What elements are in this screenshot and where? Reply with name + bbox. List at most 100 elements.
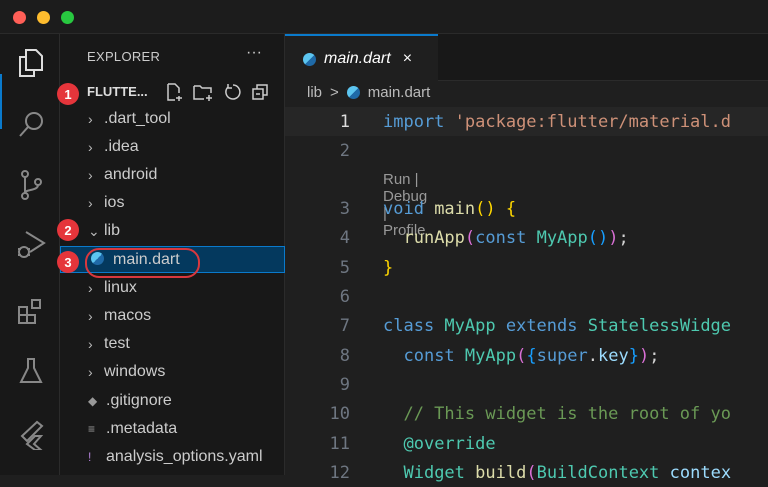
chevron-icon: ⌄ — [88, 222, 100, 239]
tree-item-label: test — [104, 335, 130, 353]
chevron-icon: › — [88, 336, 93, 353]
code-text: // This widget is the root of yo — [383, 404, 731, 424]
breadcrumb-file[interactable]: main.dart — [368, 84, 431, 101]
chevron-icon: › — [88, 166, 93, 183]
tree-item[interactable]: › test — [60, 331, 285, 358]
code-token: 'package:flutter/material.d — [454, 111, 731, 132]
code-token: ) — [639, 345, 650, 366]
tab-label: main.dart — [324, 50, 391, 67]
line-number: 11 — [329, 433, 350, 454]
tree-item[interactable]: › windows — [60, 359, 285, 386]
line-number: 9 — [339, 374, 350, 395]
file-icon: ◆ — [88, 393, 98, 408]
code-token: contex — [669, 462, 732, 483]
source-control-icon[interactable] — [14, 168, 48, 202]
tree-item[interactable]: › android — [60, 161, 285, 188]
line-number: 3 — [339, 199, 350, 220]
tree-item[interactable]: › .idea — [60, 133, 285, 160]
file-icon: ! — [88, 449, 92, 464]
code-text: void main() { — [383, 199, 516, 219]
code-token: main — [434, 199, 476, 220]
collapse-all-icon[interactable] — [251, 83, 269, 101]
code-token: ( — [464, 228, 476, 249]
code-token: BuildContext — [536, 462, 670, 483]
tree-item[interactable]: ◆ .gitignore — [60, 387, 285, 414]
code-line: 10 // This widget is the root of yo — [285, 400, 768, 429]
code-token: () { — [475, 199, 517, 220]
tree-item[interactable]: › macos — [60, 302, 285, 329]
testing-icon[interactable] — [14, 354, 48, 388]
close-tab-icon[interactable]: × — [403, 50, 412, 68]
tree-item-label: .dart_tool — [104, 109, 171, 127]
code-line: 11 @override — [285, 429, 768, 458]
tab-main-dart[interactable]: main.dart × — [285, 34, 438, 82]
new-file-icon[interactable] — [165, 83, 183, 101]
tree-item-label: .metadata — [106, 419, 178, 437]
tree-item[interactable]: › linux — [60, 274, 285, 301]
code-token: void — [383, 199, 435, 220]
code-line: 8 const MyApp({super.key}); — [285, 341, 768, 370]
file-icon: ≡ — [88, 421, 96, 436]
code-line: 5} — [285, 253, 768, 282]
code-token: ( — [516, 345, 527, 366]
code-line: 12 Widget build(BuildContext contex — [285, 458, 768, 487]
chevron-icon: › — [88, 364, 93, 381]
code-token: { — [526, 345, 537, 366]
code-line: 6 — [285, 283, 768, 312]
tree-item-label: linux — [104, 278, 137, 296]
code-line: 2 — [285, 136, 768, 165]
tree-item[interactable]: ⌄ lib — [60, 218, 285, 245]
tree-item[interactable]: ≡ .metadata — [60, 415, 285, 442]
code-token: MyApp — [536, 228, 588, 249]
more-actions-button[interactable]: ··· — [246, 44, 262, 62]
code-token: . — [587, 345, 599, 366]
line-number: 4 — [339, 228, 350, 249]
dart-file-icon — [303, 52, 316, 66]
breadcrumb-folder[interactable]: lib — [307, 84, 322, 101]
code-token: ( — [526, 462, 537, 483]
chevron-icon: › — [88, 138, 93, 155]
tree-item-label: android — [104, 165, 158, 183]
code-token: // This widget is the root of yo — [383, 404, 731, 425]
code-token: () — [587, 228, 609, 249]
chevron-icon: › — [88, 279, 93, 296]
code-token: class — [383, 316, 445, 337]
tree-item[interactable]: › .dart_tool — [60, 105, 285, 132]
minimize-window-button[interactable] — [37, 11, 50, 24]
line-number: 10 — [329, 404, 350, 425]
code-text: runApp(const MyApp()); — [383, 228, 628, 249]
refresh-icon[interactable] — [223, 83, 241, 101]
code-line: 9 — [285, 370, 768, 399]
tree-item-label: .idea — [104, 137, 139, 155]
line-number: 12 — [329, 462, 350, 483]
search-icon[interactable] — [14, 108, 48, 142]
explorer-icon[interactable] — [14, 46, 48, 80]
code-token: key — [598, 345, 629, 366]
extensions-icon[interactable] — [14, 294, 48, 328]
tree-item-label: ios — [104, 194, 125, 212]
workspace-root[interactable]: FLUTTE... — [87, 84, 148, 99]
title-bar — [0, 0, 768, 34]
code-line: 4 runApp(const MyApp()); — [285, 224, 768, 253]
tree-item[interactable]: › ios — [60, 190, 285, 217]
flutter-icon[interactable] — [14, 418, 48, 452]
highlight-ring — [85, 248, 200, 278]
line-number: 5 — [339, 257, 350, 278]
code-text: import 'package:flutter/material.d — [383, 112, 731, 132]
tab-bar: main.dart × — [285, 34, 768, 82]
code-line: 7 class MyApp extends StatelessWidge — [285, 312, 768, 341]
code-token: const — [475, 228, 537, 249]
new-folder-icon[interactable] — [193, 83, 213, 101]
tree-item[interactable]: ! analysis_options.yaml — [60, 443, 285, 470]
step-badge-1: 1 — [57, 83, 79, 105]
code-token: Widget — [403, 462, 476, 483]
code-line: 1 import 'package:flutter/material.d — [285, 107, 768, 136]
maximize-window-button[interactable] — [61, 11, 74, 24]
code-token: super — [536, 345, 588, 366]
chevron-icon: › — [88, 110, 93, 127]
run-debug-icon[interactable] — [14, 228, 48, 262]
close-window-button[interactable] — [13, 11, 26, 24]
breadcrumb-separator: > — [330, 84, 339, 101]
chevron-icon: › — [88, 195, 93, 212]
